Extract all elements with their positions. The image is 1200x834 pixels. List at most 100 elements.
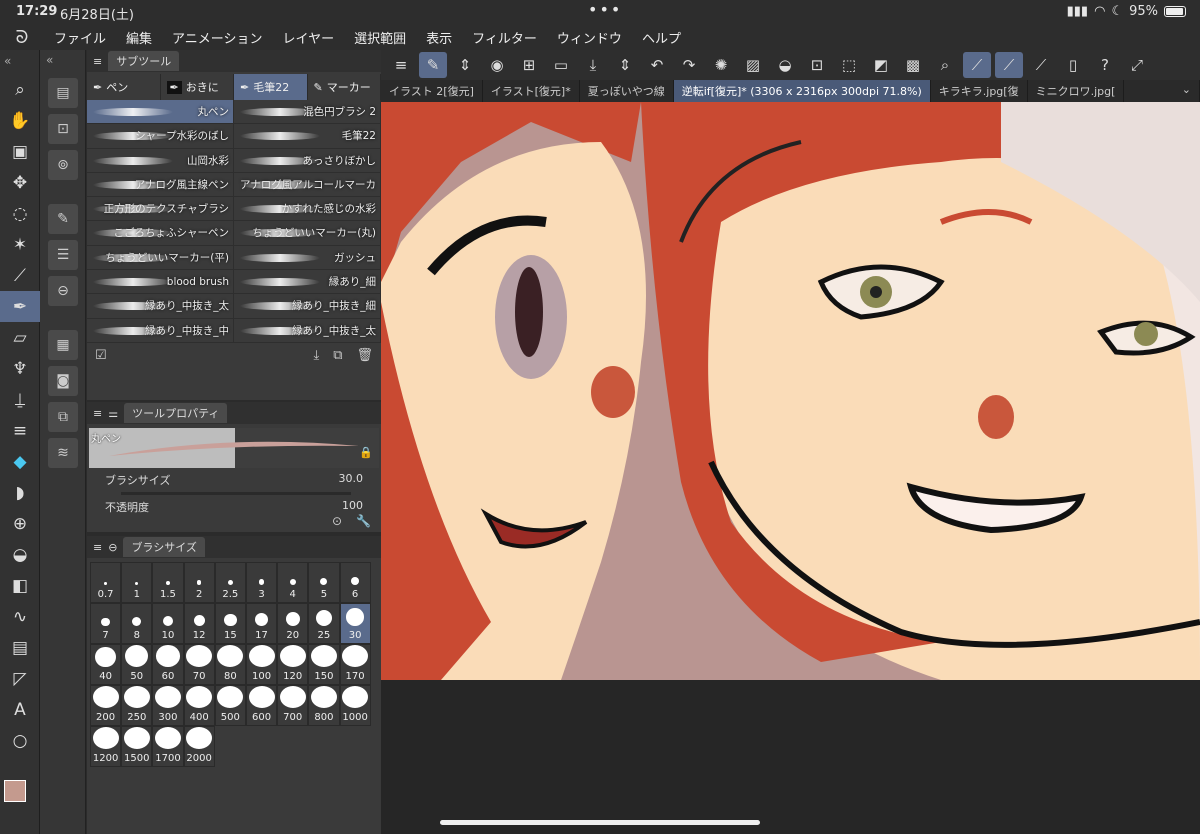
ruler-icon[interactable]: ⟋: [963, 52, 991, 78]
size-cell[interactable]: 700: [277, 685, 309, 726]
fullscreen-icon[interactable]: ⤢: [1123, 52, 1151, 78]
brush-item[interactable]: 混色円ブラシ 2: [234, 100, 381, 125]
size-cell[interactable]: 50: [121, 644, 153, 685]
subtool-panel-icon[interactable]: ✎: [48, 204, 78, 234]
size-cell[interactable]: 10: [152, 603, 184, 644]
size-cell[interactable]: 6: [339, 562, 371, 603]
phone-icon[interactable]: ▯: [1059, 52, 1087, 78]
color-panel-icon[interactable]: ▦: [48, 330, 78, 360]
size-cell[interactable]: 20: [277, 603, 309, 644]
size-cell[interactable]: 15: [214, 603, 246, 644]
size-cell[interactable]: 60: [152, 644, 184, 685]
size-cell[interactable]: 250: [121, 685, 153, 726]
size-cell[interactable]: 400: [183, 685, 215, 726]
updown2-icon[interactable]: ⇕: [611, 52, 639, 78]
menu-help[interactable]: ヘルプ: [632, 28, 691, 47]
hand-icon[interactable]: ✋: [0, 105, 40, 136]
brush-item[interactable]: 丸ペン: [87, 100, 234, 125]
size-cell[interactable]: 1000: [339, 685, 371, 726]
panel-menu-icon[interactable]: ≡: [93, 407, 102, 420]
size-cell[interactable]: 17: [245, 603, 278, 644]
size-cell[interactable]: 80: [214, 644, 246, 685]
home-indicator[interactable]: [440, 820, 760, 825]
zoom-icon[interactable]: ⌕: [931, 52, 959, 78]
brush-item[interactable]: こごろちょふシャーペン: [87, 221, 234, 246]
size-cell[interactable]: 0.7: [90, 562, 122, 603]
open-icon[interactable]: ▭: [547, 52, 575, 78]
invert-icon[interactable]: ◩: [867, 52, 895, 78]
panel-menu-icon[interactable]: ≡: [93, 55, 102, 68]
size-cell[interactable]: 600: [245, 685, 278, 726]
size-cell[interactable]: 200: [90, 685, 122, 726]
tab-kirakira[interactable]: キラキラ.jpg[復: [931, 80, 1028, 102]
group-pen[interactable]: ✒ ペン: [87, 74, 161, 100]
fill-icon[interactable]: ◒: [771, 52, 799, 78]
material-icon[interactable]: ⧉: [48, 402, 78, 432]
deselect-icon[interactable]: ⬚: [835, 52, 863, 78]
new-icon[interactable]: ⊞: [515, 52, 543, 78]
size-cell[interactable]: 1500: [121, 726, 153, 767]
menu-layer[interactable]: レイヤー: [273, 28, 345, 47]
brush-item[interactable]: 縁あり_中抜き_中: [87, 318, 234, 343]
brush-item[interactable]: あっさりぼかし: [234, 148, 381, 173]
size-cell[interactable]: 100: [245, 644, 278, 685]
size-cell[interactable]: 2000: [183, 726, 215, 767]
decoration-icon[interactable]: ≡: [0, 415, 40, 446]
size-cell[interactable]: 1: [121, 562, 153, 603]
help-icon[interactable]: ?: [1091, 52, 1119, 78]
tabs-dropdown-icon[interactable]: ⌄: [1174, 80, 1200, 102]
tab-active[interactable]: 逆転if[復元]* (3306 x 2316px 300dpi 71.8%): [673, 80, 931, 102]
brush-item[interactable]: 縁あり_中抜き_太: [87, 294, 234, 319]
brush-item[interactable]: 縁あり_中抜き_太: [234, 318, 381, 343]
brush-item[interactable]: blood brush: [87, 270, 234, 295]
size-cell[interactable]: 800: [308, 685, 340, 726]
tab-illust2[interactable]: イラスト 2[復元]: [381, 80, 483, 102]
clear-icon[interactable]: ▨: [739, 52, 767, 78]
loading-icon[interactable]: ✺: [707, 52, 735, 78]
collapse-icon[interactable]: «: [0, 50, 39, 74]
group-brush22[interactable]: ✒ 毛筆22: [234, 74, 308, 100]
size-cell[interactable]: 12: [183, 603, 215, 644]
brush-size-row[interactable]: ブラシサイズ 30.0: [87, 468, 381, 492]
brush-item[interactable]: ちょうどいいマーカー(丸): [234, 221, 381, 246]
collapse-icon[interactable]: «: [40, 50, 85, 72]
search-layer-icon[interactable]: ⊚: [48, 150, 78, 180]
size-cell[interactable]: 300: [152, 685, 184, 726]
drawing-canvas[interactable]: [381, 102, 1200, 680]
updown-icon[interactable]: ⇕: [451, 52, 479, 78]
tab-illust[interactable]: イラスト[復元]*: [483, 80, 580, 102]
size-cell[interactable]: 1700: [152, 726, 184, 767]
group-marker[interactable]: ✎ マーカー: [308, 74, 381, 100]
frame-icon[interactable]: ▤: [0, 632, 40, 663]
ellipse-icon[interactable]: ○: [0, 725, 40, 756]
menu-selection[interactable]: 選択範囲: [344, 28, 416, 47]
brush-item[interactable]: かすれた感じの水彩: [234, 197, 381, 222]
size-cell[interactable]: 30: [339, 603, 371, 644]
size-cell[interactable]: 150: [308, 644, 340, 685]
zoom-icon[interactable]: ⌕: [0, 74, 40, 105]
lasso-icon[interactable]: ◌: [0, 198, 40, 229]
undo-icon[interactable]: ↶: [643, 52, 671, 78]
menu-window[interactable]: ウィンドウ: [547, 28, 632, 47]
size-cell[interactable]: 3: [245, 562, 278, 603]
size-cell[interactable]: 2.5: [214, 562, 246, 603]
brush-item[interactable]: 縁あり_細: [234, 270, 381, 295]
figure-icon[interactable]: ∿: [0, 601, 40, 632]
size-cell[interactable]: 5: [308, 562, 340, 603]
wrench-icon[interactable]: 🔧: [356, 514, 371, 528]
menu-file[interactable]: ファイル: [44, 28, 116, 47]
menu-animation[interactable]: アニメーション: [162, 28, 272, 47]
menu-edit[interactable]: 編集: [116, 28, 162, 47]
eraser-icon[interactable]: ▱: [0, 322, 40, 353]
blend-icon[interactable]: ◆: [0, 446, 40, 477]
import-icon[interactable]: ⤓: [313, 348, 319, 363]
size-cell[interactable]: 500: [214, 685, 246, 726]
brush-size-value[interactable]: 30.0: [339, 472, 364, 488]
subtool-title[interactable]: サブツール: [108, 51, 180, 71]
brush-item[interactable]: 山岡水彩: [87, 148, 234, 173]
balloon-icon[interactable]: ◸: [0, 663, 40, 694]
magic-wand-icon[interactable]: ✶: [0, 229, 40, 260]
lock-icon[interactable]: 🔒: [359, 446, 373, 459]
size-cell[interactable]: 7: [90, 603, 122, 644]
size-cell[interactable]: 8: [121, 603, 153, 644]
